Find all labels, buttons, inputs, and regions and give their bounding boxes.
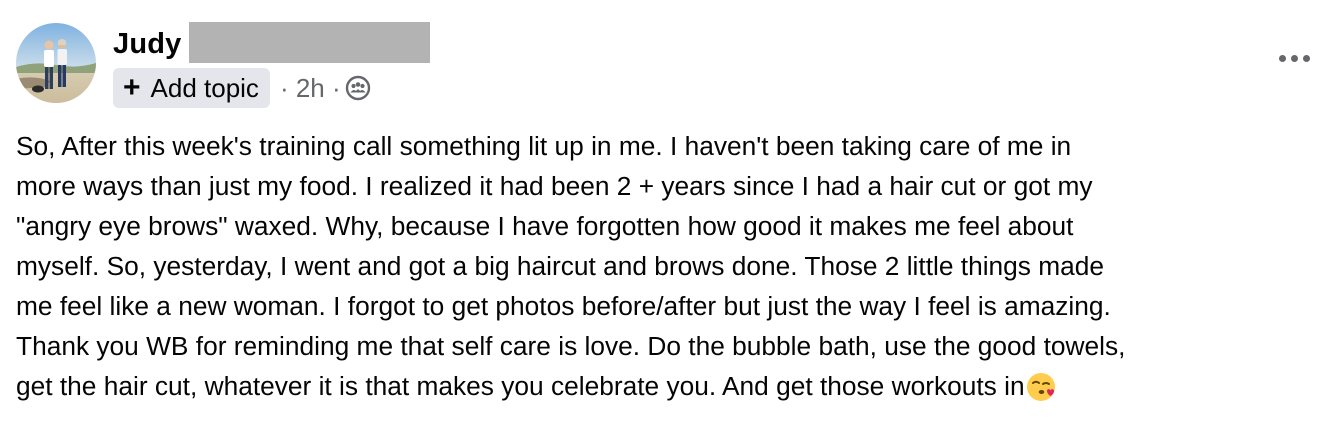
post-text-line: more ways than just my food. I realized … [16, 171, 1093, 201]
plus-icon: + [123, 71, 141, 104]
author-avatar[interactable] [16, 23, 96, 103]
feed-post: Judy + Add topic · 2h · So, After this w… [0, 0, 1344, 432]
add-topic-label: Add topic [150, 72, 259, 103]
group-members-icon[interactable] [345, 75, 371, 101]
post-meta-row: + Add topic · 2h · [113, 68, 371, 108]
avatar-photo [16, 23, 96, 103]
post-text-line: myself. So, yesterday, I went and got a … [16, 251, 1105, 281]
post-timestamp[interactable]: · 2h · [280, 73, 341, 104]
post-text-line: So, After this week's training call some… [16, 131, 1072, 161]
add-topic-button[interactable]: + Add topic [113, 68, 270, 108]
post-text-line: get the hair cut, whatever it is that ma… [16, 371, 1025, 401]
post-text: So, After this week's training call some… [16, 126, 1326, 413]
post-text-line: "angry eye brows" waxed. Why, because I … [16, 211, 1074, 241]
author-name-link[interactable]: Judy [113, 26, 182, 62]
post-text-line: Thank you WB for reminding me that self … [16, 331, 1126, 361]
post-text-line: me feel like a new woman. I forgot to ge… [16, 291, 1111, 321]
post-text-line-last: get the hair cut, whatever it is that ma… [16, 366, 1326, 413]
name-redaction-block [189, 22, 430, 63]
face-blowing-kiss-icon [1026, 372, 1056, 413]
more-options-icon[interactable] [1272, 44, 1316, 72]
